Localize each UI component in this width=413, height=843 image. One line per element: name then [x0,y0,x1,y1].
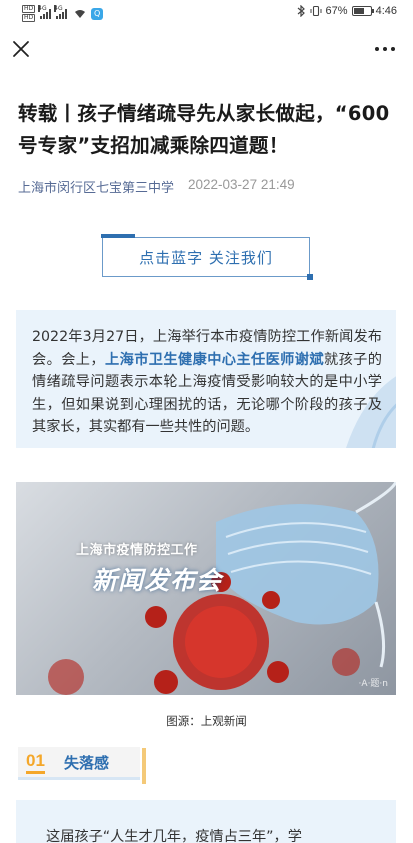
hd-icon-top: HD [22,5,36,13]
section-paragraph: 这届孩子“人生才几年，疫情占三年”，学 [46,829,302,843]
follow-corner-top [101,234,135,238]
section-top-bar [18,744,140,747]
image-caption: 图源：上观新闻 [166,714,247,728]
signal-icon-sim2: 4G [54,4,68,19]
section-heading: 01 失落感 [18,744,146,784]
image-watermark: ·A·题·n [358,679,388,689]
section-label: 失落感 [64,754,110,772]
signal-gen-label-sim1: 4G [38,4,47,12]
status-bar: HD HD 4G 4G Q 67% 4:46 [0,0,413,26]
status-right: 67% 4:46 [296,5,397,17]
status-time: 4:46 [375,5,397,17]
battery-fill [353,8,365,14]
image-headline-large: 新闻发布会 [92,566,223,595]
wifi-icon [75,9,86,18]
bluetooth-icon [297,5,305,17]
close-icon[interactable] [10,38,32,60]
source-account-link[interactable]: 上海市闵行区七宝第三中学 [18,177,174,196]
intro-text-bold: 上海市卫生健康中心主任医师谢斌 [105,351,324,368]
section-accent-bar [142,748,146,784]
status-left: HD HD 4G 4G Q [22,4,104,22]
top-nav [0,30,413,70]
follow-banner[interactable]: 点击蓝字 关注我们 [101,234,313,280]
section-number: 01 [26,751,45,774]
signal-icon-sim1: 4G [38,4,52,19]
battery-icon [351,6,374,16]
intro-box: 2022年3月27日，上海举行本市疫情防控工作新闻发布会。会上，上海市卫生健康中… [16,310,396,448]
vibrate-icon [310,5,322,17]
app-notification-icon: Q [91,7,104,20]
follow-label: 点击蓝字 关注我们 [139,248,273,267]
more-icon[interactable] [375,44,397,54]
intro-text: 2022年3月27日，上海举行本市疫情防控工作新闻发布会。会上，上海市卫生健康中… [32,326,382,439]
publish-date: 2022-03-27 21:49 [188,177,295,192]
article-title: 转载丨孩子情绪疏导先从家长做起，“600号专家”支招加减乘除四道题！ [18,102,390,157]
image-headline-small: 上海市疫情防控工作 [76,543,198,558]
hd-indicator: HD HD [22,5,36,22]
section-paragraph-box: 这届孩子“人生才几年，疫情占三年”，学 [16,800,396,843]
battery-percent: 67% [325,5,348,17]
press-conference-image[interactable]: 上海市疫情防控工作 新闻发布会 ·A·题·n [16,482,396,695]
article-meta: 上海市闵行区七宝第三中学 2022-03-27 21:49 [18,177,295,196]
hd-icon-bottom: HD [22,14,36,22]
follow-corner-bottom [307,274,313,280]
signal-gen-label-sim2: 4G [54,4,63,12]
